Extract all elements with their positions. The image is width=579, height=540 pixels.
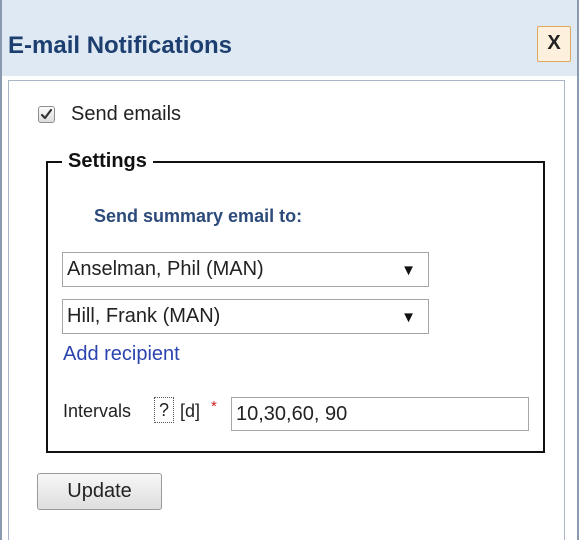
help-icon[interactable]: ? — [154, 397, 174, 423]
intervals-unit-label: [d] — [180, 401, 201, 421]
add-recipient-link[interactable]: Add recipient — [63, 343, 180, 366]
recipient-select-value: Anselman, Phil (MAN) — [67, 258, 264, 280]
checkmark-icon — [40, 108, 53, 120]
update-button[interactable]: Update — [37, 473, 162, 510]
settings-legend: Settings — [68, 150, 147, 172]
intervals-input[interactable] — [231, 397, 529, 431]
send-emails-checkbox[interactable] — [38, 106, 55, 123]
recipient-select-1[interactable]: Anselman, Phil (MAN) ▼ — [62, 252, 429, 287]
send-emails-label: Send emails — [71, 103, 182, 125]
dialog-title: E-mail Notifications — [8, 32, 233, 59]
email-notifications-dialog: E-mail Notifications X Send emails Setti… — [0, 0, 579, 540]
dropdown-arrow-icon: ▼ — [401, 262, 416, 279]
dialog-titlebar: E-mail Notifications X — [2, 0, 577, 76]
recipient-select-2[interactable]: Hill, Frank (MAN) ▼ — [62, 299, 429, 334]
close-button[interactable]: X — [537, 26, 571, 62]
dropdown-arrow-icon: ▼ — [401, 309, 416, 326]
recipient-select-value: Hill, Frank (MAN) — [67, 305, 221, 327]
intervals-label: Intervals — [63, 401, 132, 421]
required-marker: * — [211, 398, 217, 415]
summary-email-label: Send summary email to: — [94, 206, 303, 226]
